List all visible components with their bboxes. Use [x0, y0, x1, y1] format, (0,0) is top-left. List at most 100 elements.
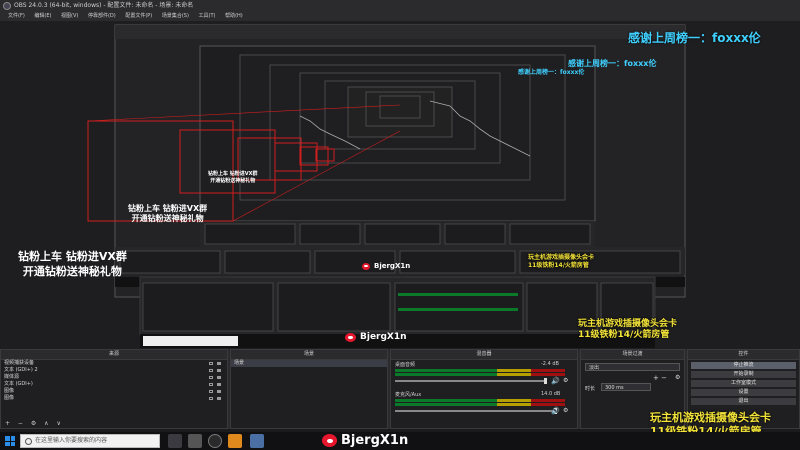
menu-tools[interactable]: 工具(T): [199, 12, 216, 21]
preview-canvas[interactable]: 感谢上周榜一：foxxx伦 感谢上周榜一：foxxx伦 感谢上周榜一：foxxx…: [0, 21, 800, 349]
windows-taskbar: 在这里输入你要搜索的内容 BjergX1n: [0, 432, 800, 450]
mixer-dock-title: 混音器: [391, 350, 577, 360]
settings-button[interactable]: 设置: [691, 389, 796, 396]
transitions-dock-title: 场景过渡: [581, 350, 684, 360]
start-recording-button[interactable]: 开始录制: [691, 371, 796, 378]
app-icon[interactable]: [250, 434, 264, 448]
promo-nested-line-2: 开通钻粉送神秘礼物: [131, 214, 204, 223]
scenes-dock: 场景 场景: [230, 349, 388, 429]
sources-dock: 来源 视频捕获设备 文本 (GDI+) 2 媒体源 文本 (GDI+) 图像 图…: [0, 349, 228, 429]
recursive-capture-graphic: [87, 24, 686, 348]
mic-aux-volume-slider[interactable]: [395, 408, 557, 414]
sources-toolbar[interactable]: + − ⚙ ∧ ∨: [1, 419, 227, 428]
mic-aux-meter: [395, 399, 565, 402]
desktop-audio-db: -2.4 dB: [541, 361, 559, 367]
gear-icon[interactable]: ⚙: [563, 407, 568, 414]
weibo-handle-text-nested-2: BjergX1n: [374, 262, 411, 270]
eye-icon[interactable]: [209, 362, 213, 365]
weibo-logo-icon: [322, 434, 337, 447]
transition-type-select[interactable]: 淡出: [585, 363, 680, 371]
weibo-handle-text-nested: BjergX1n: [360, 332, 407, 342]
source-item[interactable]: 视频捕获设备: [1, 360, 227, 367]
taskbar-search-input[interactable]: 在这里输入你要搜索的内容: [20, 434, 160, 448]
desktop-audio-volume-slider[interactable]: [395, 378, 547, 384]
app-icon[interactable]: [228, 434, 242, 448]
yellow-overlay-nested-2: 玩主机游戏插摄像头会卡 11级铁粉14/火箭房管: [528, 254, 594, 270]
speaker-icon[interactable]: 🔊: [551, 377, 560, 385]
source-item[interactable]: 媒体源: [1, 374, 227, 381]
menu-view[interactable]: 视图(V): [61, 12, 78, 21]
lock-icon[interactable]: [217, 376, 221, 379]
task-view-icon[interactable]: [168, 434, 182, 448]
sources-dock-title: 来源: [1, 350, 227, 360]
stop-streaming-button[interactable]: 停止推流: [691, 362, 796, 369]
menu-edit[interactable]: 编辑(E): [34, 12, 51, 21]
source-item[interactable]: 图像: [1, 388, 227, 395]
promo-overlay-text-nested-2: 钻粉上车 钻粉进VX群 开通钻粉送神秘礼物: [208, 171, 257, 185]
scene-item[interactable]: 场景: [231, 360, 387, 367]
weibo-handle-nested: BjergX1n: [345, 332, 407, 342]
promo-line-1: 钻粉上车 钻粉进VX群: [18, 250, 127, 263]
add-transition-icon[interactable]: + −: [653, 374, 667, 382]
obs-taskbar-icon[interactable]: [208, 434, 222, 448]
eye-icon[interactable]: [209, 397, 213, 400]
menu-file[interactable]: 文件(F): [8, 12, 25, 21]
yellow-nested-line-2: 11级铁粉14/火箭房管: [578, 330, 670, 340]
exit-button[interactable]: 退出: [691, 398, 796, 405]
desktop-audio-label: 桌面音频: [395, 362, 416, 368]
promo-nested2-line-1: 钻粉上车 钻粉进VX群: [208, 171, 258, 177]
source-item[interactable]: 图像: [1, 395, 227, 402]
mic-aux-db: 14.0 dB: [541, 391, 561, 397]
gear-icon[interactable]: ⚙: [563, 377, 568, 384]
eye-icon[interactable]: [209, 383, 213, 386]
windows-start-icon[interactable]: [5, 436, 15, 446]
promo-overlay-text-nested: 钻粉上车 钻粉进VX群 开通钻粉送神秘礼物: [128, 204, 207, 224]
eye-icon[interactable]: [209, 369, 213, 372]
promo-nested2-line-2: 开通钻粉送神秘礼物: [210, 178, 256, 184]
lock-icon[interactable]: [217, 362, 221, 365]
lock-icon[interactable]: [217, 390, 221, 393]
lock-icon[interactable]: [217, 397, 221, 400]
weibo-handle-main: BjergX1n: [322, 433, 408, 448]
promo-overlay-text: 钻粉上车 钻粉进VX群 开通钻粉送神秘礼物: [18, 249, 127, 279]
eye-icon[interactable]: [209, 376, 213, 379]
source-item[interactable]: 文本 (GDI+): [1, 381, 227, 388]
mic-aux-meter-right: [395, 403, 565, 406]
weibo-handle-nested-2: BjergX1n: [362, 262, 410, 270]
promo-nested-line-1: 钻粉上车 钻粉进VX群: [128, 204, 208, 213]
eye-icon[interactable]: [209, 390, 213, 393]
weibo-logo-icon: [362, 262, 370, 270]
menu-profile[interactable]: 配置文件(P): [125, 12, 152, 21]
yellow-overlay-nested: 玩主机游戏插摄像头会卡 11级铁粉14/火箭房管: [578, 319, 677, 341]
yellow-nested2-line-2: 11级铁粉14/火箭房管: [528, 262, 589, 269]
thanks-overlay-text: 感谢上周榜一：foxxx伦: [628, 31, 761, 45]
menu-docks[interactable]: 停靠部件(D): [88, 12, 116, 21]
source-item[interactable]: 文本 (GDI+) 2: [1, 367, 227, 374]
scenes-dock-title: 场景: [231, 350, 387, 360]
weibo-logo-icon: [345, 332, 356, 342]
promo-line-2: 开通钻粉送神秘礼物: [22, 265, 122, 278]
menu-scene-collection[interactable]: 场景集合(S): [162, 12, 189, 21]
dock-area: 来源 视频捕获设备 文本 (GDI+) 2 媒体源 文本 (GDI+) 图像 图…: [0, 349, 800, 438]
menu-help[interactable]: 帮助(H): [225, 12, 243, 21]
mic-aux-label: 麦克风/Aux: [395, 392, 422, 398]
weibo-handle-text: BjergX1n: [341, 433, 409, 448]
audio-mixer-dock: 混音器 桌面音频 -2.4 dB 🔊 ⚙ 麦克风/Aux 14.0 dB 🔊 ⚙: [390, 349, 578, 429]
yellow-nested2-line-1: 玩主机游戏插摄像头会卡: [528, 254, 595, 261]
lock-icon[interactable]: [217, 369, 221, 372]
menu-bar: 文件(F) 编辑(E) 视图(V) 停靠部件(D) 配置文件(P) 场景集合(S…: [0, 12, 800, 21]
duration-input[interactable]: 300 ms: [601, 383, 651, 391]
yellow-line-1: 玩主机游戏插摄像头会卡: [650, 411, 771, 424]
app-icon[interactable]: [188, 434, 202, 448]
obs-logo-icon: [3, 2, 11, 10]
window-title: OBS 24.0.3 (64-bit, windows) - 配置文件: 未命名…: [14, 2, 194, 9]
studio-mode-button[interactable]: 工作室模式: [691, 380, 796, 387]
title-bar: OBS 24.0.3 (64-bit, windows) - 配置文件: 未命名…: [0, 0, 800, 12]
thanks-overlay-text-nested-2: 感谢上周榜一：foxxx伦: [518, 69, 585, 76]
speaker-icon[interactable]: 🔊: [551, 407, 560, 415]
controls-dock-title: 控件: [688, 350, 799, 360]
desktop-audio-meter-right: [395, 373, 565, 376]
desktop-audio-meter: [395, 369, 565, 372]
gear-icon[interactable]: ⚙: [675, 374, 680, 381]
lock-icon[interactable]: [217, 383, 221, 386]
